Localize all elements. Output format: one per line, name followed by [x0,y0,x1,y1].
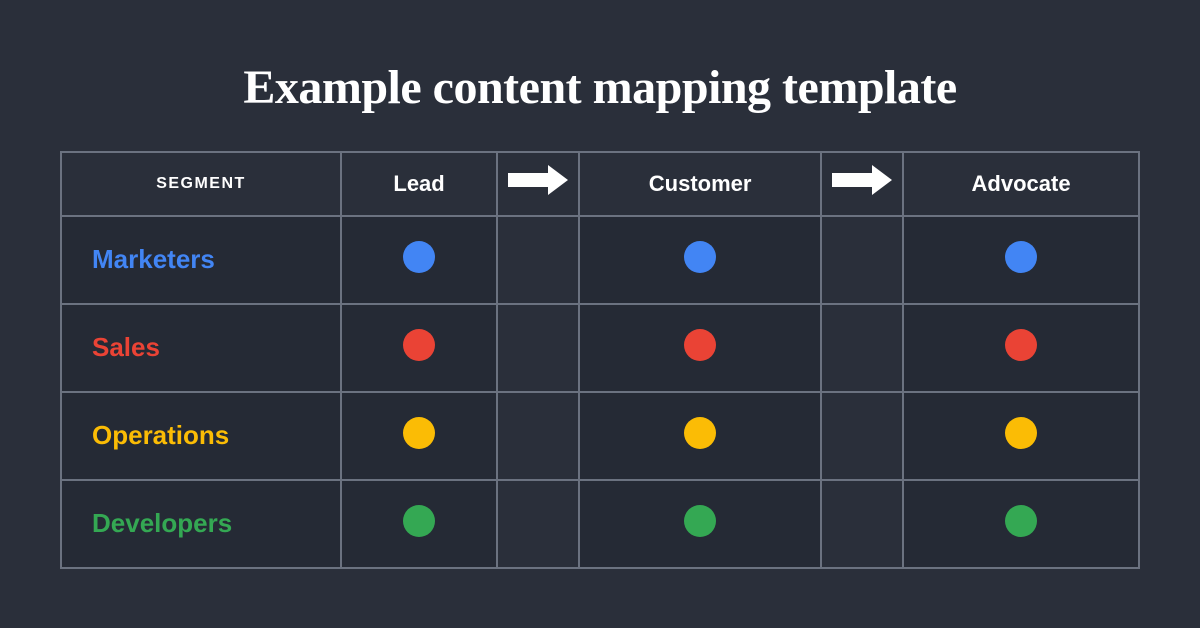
table-row: Marketers [61,216,1139,304]
customer-column-header: Customer [579,152,821,216]
dot-operations-lead [341,392,497,480]
dot-icon [403,241,435,273]
segment-developers: Developers [61,480,341,568]
arrow-header-2 [821,152,903,216]
arrow-spacer-7 [497,480,579,568]
advocate-column-header: Advocate [903,152,1139,216]
table-row: Operations [61,392,1139,480]
content-mapping-table: SEGMENT Lead Customer Advocate [60,151,1140,569]
lead-column-header: Lead [341,152,497,216]
dot-sales-advocate [903,304,1139,392]
arrow-spacer-8 [821,480,903,568]
dot-icon [684,241,716,273]
table-row: Sales [61,304,1139,392]
dot-marketers-lead [341,216,497,304]
arrow-spacer-6 [821,392,903,480]
segment-marketers: Marketers [61,216,341,304]
dot-developers-advocate [903,480,1139,568]
table-header-row: SEGMENT Lead Customer Advocate [61,152,1139,216]
dot-developers-lead [341,480,497,568]
segment-sales: Sales [61,304,341,392]
dot-icon [403,329,435,361]
table-wrapper: SEGMENT Lead Customer Advocate [60,151,1140,569]
dot-icon [1005,417,1037,449]
dot-icon [1005,329,1037,361]
dot-developers-customer [579,480,821,568]
arrow-icon-2 [832,165,892,195]
dot-marketers-customer [579,216,821,304]
segment-operations: Operations [61,392,341,480]
dot-icon [1005,241,1037,273]
dot-icon [684,329,716,361]
dot-icon [684,417,716,449]
arrow-spacer-1 [497,216,579,304]
arrow-icon-1 [508,165,568,195]
dot-icon [403,417,435,449]
arrow-spacer-2 [821,216,903,304]
arrow-spacer-5 [497,392,579,480]
arrow-header-1 [497,152,579,216]
dot-icon [403,505,435,537]
dot-icon [1005,505,1037,537]
dot-sales-lead [341,304,497,392]
table-row: Developers [61,480,1139,568]
dot-sales-customer [579,304,821,392]
dot-operations-advocate [903,392,1139,480]
arrow-spacer-3 [497,304,579,392]
segment-column-header: SEGMENT [61,152,341,216]
arrow-spacer-4 [821,304,903,392]
dot-marketers-advocate [903,216,1139,304]
dot-icon [684,505,716,537]
dot-operations-customer [579,392,821,480]
page-title: Example content mapping template [243,60,956,115]
